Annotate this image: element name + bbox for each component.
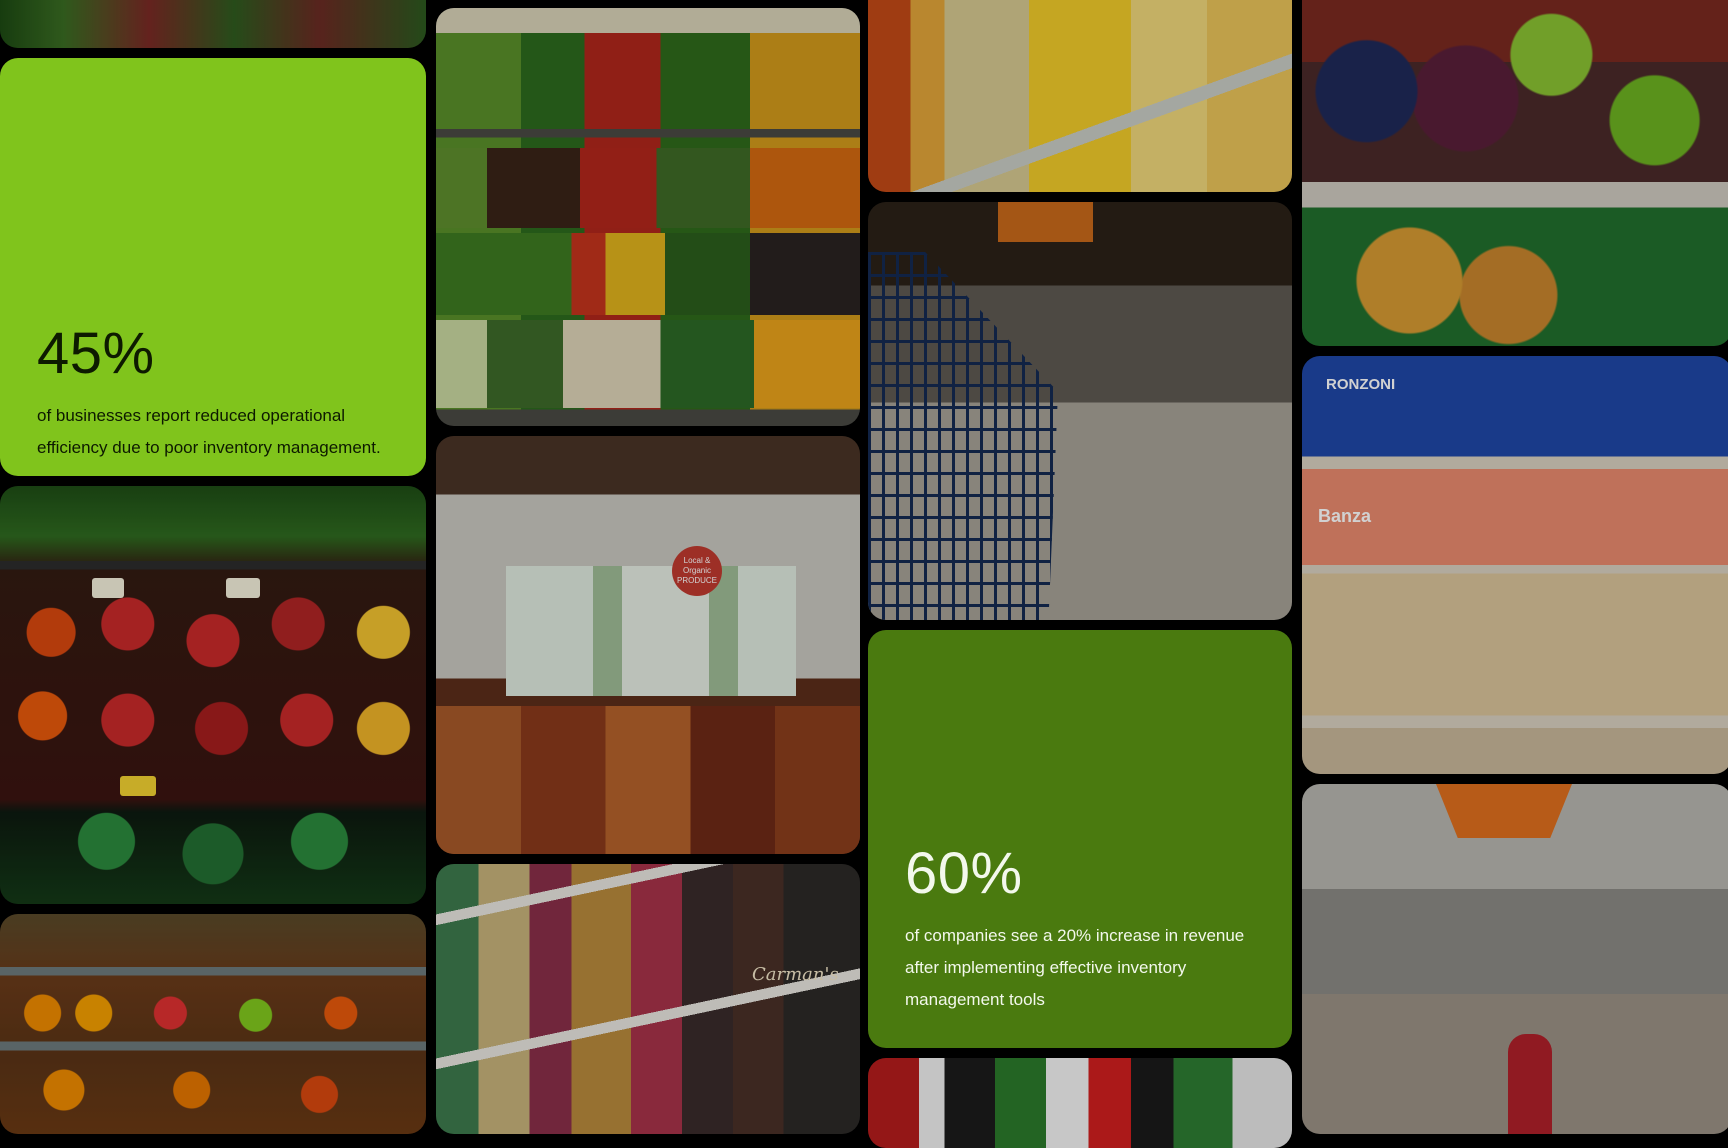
vegetable-row	[436, 320, 860, 408]
citrus-shelves-photo	[0, 914, 426, 1134]
store-sign	[998, 202, 1093, 242]
cereal-shelf-photo: Carman's	[436, 864, 860, 1134]
aisle-sign	[1436, 784, 1572, 838]
shopping-cart	[868, 252, 1058, 620]
stat-description: of businesses report reduced operational…	[37, 406, 381, 457]
snacks-shelf-photo	[868, 0, 1292, 192]
fruit-display-photo	[1302, 0, 1728, 346]
stat-value: 45%	[37, 321, 155, 386]
vegetable-row	[436, 233, 860, 315]
produce-sign-label: Local & Organic PRODUCE	[676, 556, 717, 585]
cereal-brand-label: Carman's	[752, 964, 839, 985]
price-tag	[120, 776, 156, 796]
vegetable-wall-photo	[436, 8, 860, 426]
pasta-shelf-photo: RONZONI Banza	[1302, 356, 1728, 774]
price-tag	[226, 578, 260, 598]
market-windows	[506, 566, 796, 696]
produce-sign: Local & Organic PRODUCE	[672, 546, 722, 596]
warehouse-aisle-photo	[1302, 784, 1728, 1134]
stat-card-45: 45% of businesses report reduced operati…	[0, 58, 426, 476]
shopping-cart-photo	[868, 202, 1292, 620]
vegetable-row	[436, 148, 860, 228]
herbs-photo	[0, 0, 426, 48]
pasta-brand-label-2: Banza	[1318, 506, 1372, 526]
peppers-photo	[0, 486, 426, 904]
snack-cans-photo	[868, 1058, 1292, 1148]
produce-tables	[436, 706, 860, 854]
pasta-brand-label: RONZONI	[1326, 376, 1396, 393]
stat-value: 60%	[905, 841, 1023, 906]
stat-description: of companies see a 20% increase in reven…	[905, 926, 1245, 1009]
stat-card-60: 60% of companies see a 20% increase in r…	[868, 630, 1292, 1048]
shopper	[1508, 1034, 1552, 1134]
price-tag	[92, 578, 124, 598]
produce-market-photo: Local & Organic PRODUCE	[436, 436, 860, 854]
